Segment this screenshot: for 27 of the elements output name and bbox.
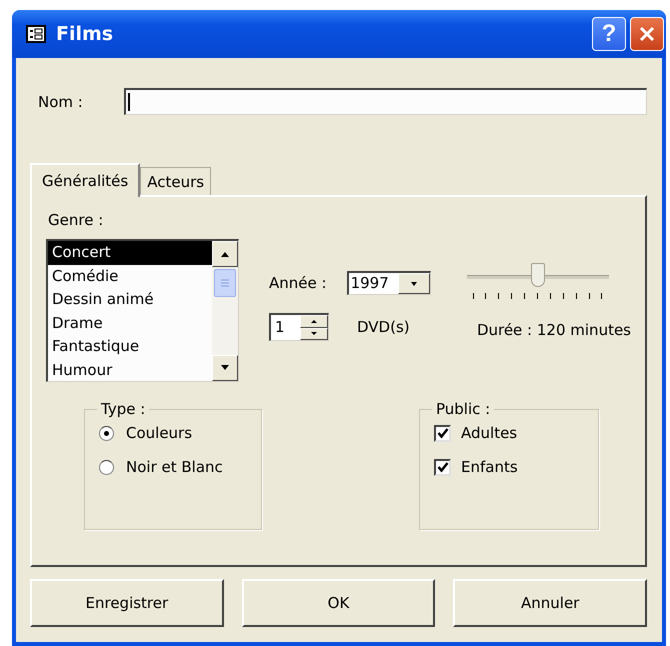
group-title: Type : <box>100 400 146 418</box>
list-item[interactable]: Fantastique <box>48 335 212 358</box>
window-title: Films <box>56 23 114 45</box>
year-label: Année : <box>269 274 327 292</box>
dialog-button[interactable]: Enregistrer <box>30 579 224 627</box>
group-title: Public : <box>435 400 492 418</box>
name-label: Nom : <box>38 92 84 110</box>
year-dropdown[interactable]: 1997 <box>346 271 431 295</box>
dialog-button[interactable]: Annuler <box>453 579 648 627</box>
list-item[interactable]: Drame <box>48 312 212 335</box>
tab[interactable]: Généralités <box>30 163 140 197</box>
dvd-unit-label: DVD(s) <box>357 318 410 336</box>
option-label: Couleurs <box>126 424 192 442</box>
dialog-button[interactable]: OK <box>242 579 436 627</box>
duration-label: Durée : 120 minutes <box>476 321 631 339</box>
list-item[interactable]: Humour <box>48 358 212 381</box>
list-item[interactable]: Comédie <box>48 264 212 288</box>
dvd-spin-box[interactable]: 1 <box>269 313 329 341</box>
option-label: Enfants <box>461 458 518 476</box>
genre-list[interactable]: Concert Comédie Dessin animé Drame Fantastique Humour <box>46 239 239 382</box>
option-label: Noir et Blanc <box>126 458 223 476</box>
help-button[interactable]: ? <box>592 17 626 51</box>
list-item[interactable]: Concert <box>48 241 212 264</box>
list-item[interactable]: Dessin animé <box>48 288 212 312</box>
tab[interactable]: Acteurs <box>140 167 212 195</box>
genre-label: Genre : <box>48 211 104 229</box>
option-label: Adultes <box>461 424 518 442</box>
